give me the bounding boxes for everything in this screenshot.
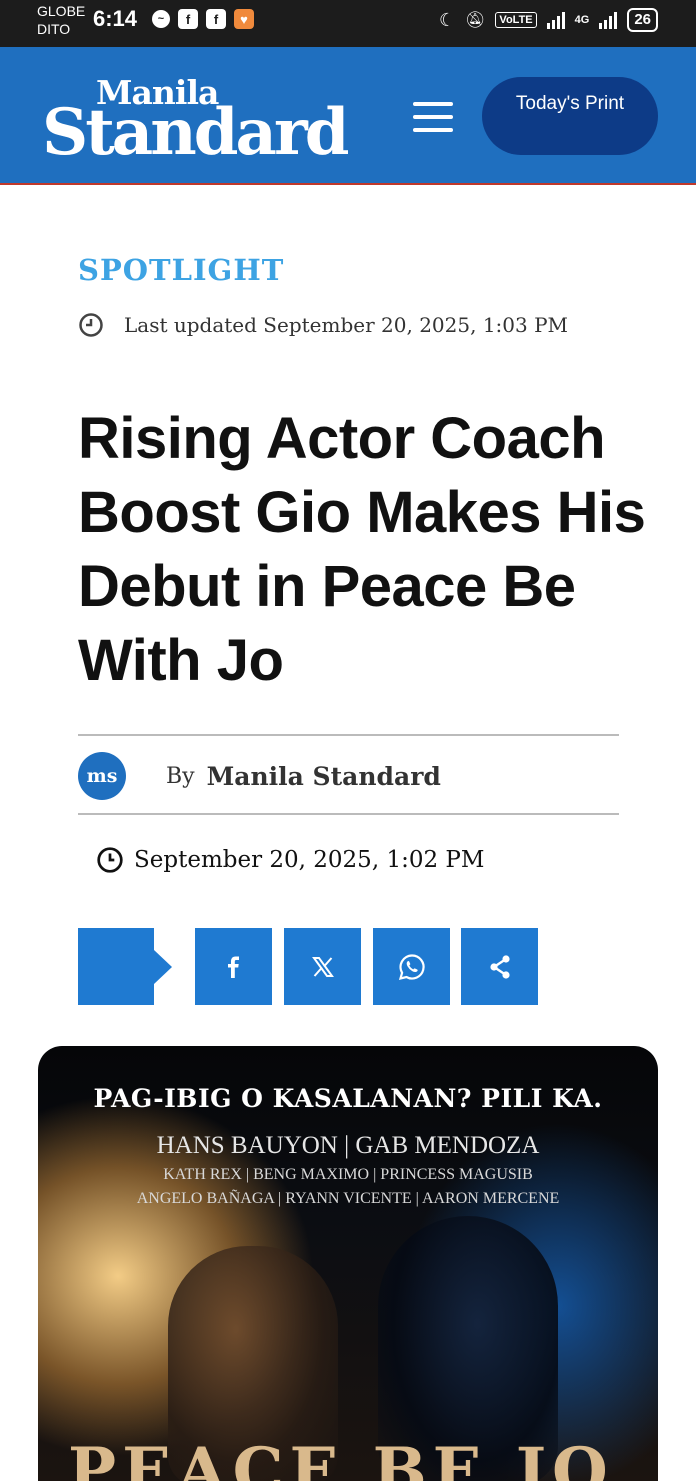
facebook-share-button[interactable] (195, 928, 272, 1005)
messenger-icon: ~ (152, 10, 170, 28)
author-name[interactable]: Manila Standard (207, 762, 441, 791)
x-share-button[interactable] (284, 928, 361, 1005)
whatsapp-icon (398, 953, 425, 980)
clock-icon (79, 313, 103, 337)
system-icons: ☾ 🔕︎ VoLTE 4G 26 (439, 8, 658, 32)
category-label[interactable]: SPOTLIGHT (78, 253, 284, 287)
by-label: By (166, 763, 195, 789)
clock-icon (97, 847, 123, 873)
last-updated-text: Last updated September 20, 2025, 1:03 PM (124, 313, 569, 337)
x-icon (311, 956, 334, 977)
moon-icon: ☾ (438, 9, 456, 30)
poster-tagline: PAG-IBIG O KASALANAN? PILI KA. (93, 1084, 603, 1113)
signal-icon (546, 11, 565, 29)
divider-bottom (78, 813, 619, 815)
last-updated: Last updated September 20, 2025, 1:03 PM (78, 312, 568, 338)
share-button[interactable] (461, 928, 538, 1005)
poster-cast-1: KATH REX | BENG MAXIMO | PRINCESS MAGUSI… (163, 1166, 533, 1183)
carrier-1: GLOBE (37, 3, 86, 19)
facebook-notification-icon-2: f (206, 9, 226, 29)
poster-cast-2: ANGELO BAÑAGA | RYANN VICENTE | AARON ME… (136, 1190, 560, 1207)
poster-leads: HANS BAUYON | GAB MENDOZA (156, 1132, 540, 1159)
todays-print-button[interactable]: Today's Print (482, 77, 658, 155)
facebook-icon (227, 956, 239, 978)
mute-icon: 🔕︎ (465, 12, 486, 29)
article-hero-image[interactable]: PAG-IBIG O KASALANAN? PILI KA. HANS BAUY… (38, 1046, 658, 1481)
share-icon (489, 954, 510, 979)
status-time: 6:14 (93, 6, 138, 31)
menu-icon[interactable] (413, 102, 453, 132)
whatsapp-share-button[interactable] (373, 928, 450, 1005)
poster-title: PEACE BE JO (68, 1434, 614, 1481)
author-avatar[interactable]: ms (78, 752, 126, 800)
carrier-labels: GLOBE DITO (37, 2, 85, 38)
notification-icons: ~ f f ♥ (152, 9, 254, 29)
article-headline: Rising Actor Coach Boost Gio Makes His D… (78, 406, 646, 693)
byline: ms By Manila Standard (78, 752, 441, 800)
publish-date-text: September 20, 2025, 1:02 PM (134, 847, 485, 873)
share-label-tab (78, 928, 172, 1005)
publish-date: September 20, 2025, 1:02 PM (96, 846, 484, 874)
battery-icon: 26 (627, 8, 658, 32)
shield-app-icon: ♥ (234, 9, 254, 29)
network-type: 4G (574, 14, 590, 26)
divider-top (78, 734, 619, 736)
signal-icon-2 (599, 11, 618, 29)
site-header: Manila Standard Today's Print (0, 47, 696, 185)
carrier-2: DITO (37, 21, 71, 37)
status-bar: GLOBE DITO 6:14 ~ f f ♥ ☾ 🔕︎ VoLTE 4G 26 (0, 0, 696, 47)
volte-badge: VoLTE (495, 12, 537, 28)
facebook-notification-icon: f (178, 9, 198, 29)
logo-bottom-text: Standard (42, 95, 349, 170)
